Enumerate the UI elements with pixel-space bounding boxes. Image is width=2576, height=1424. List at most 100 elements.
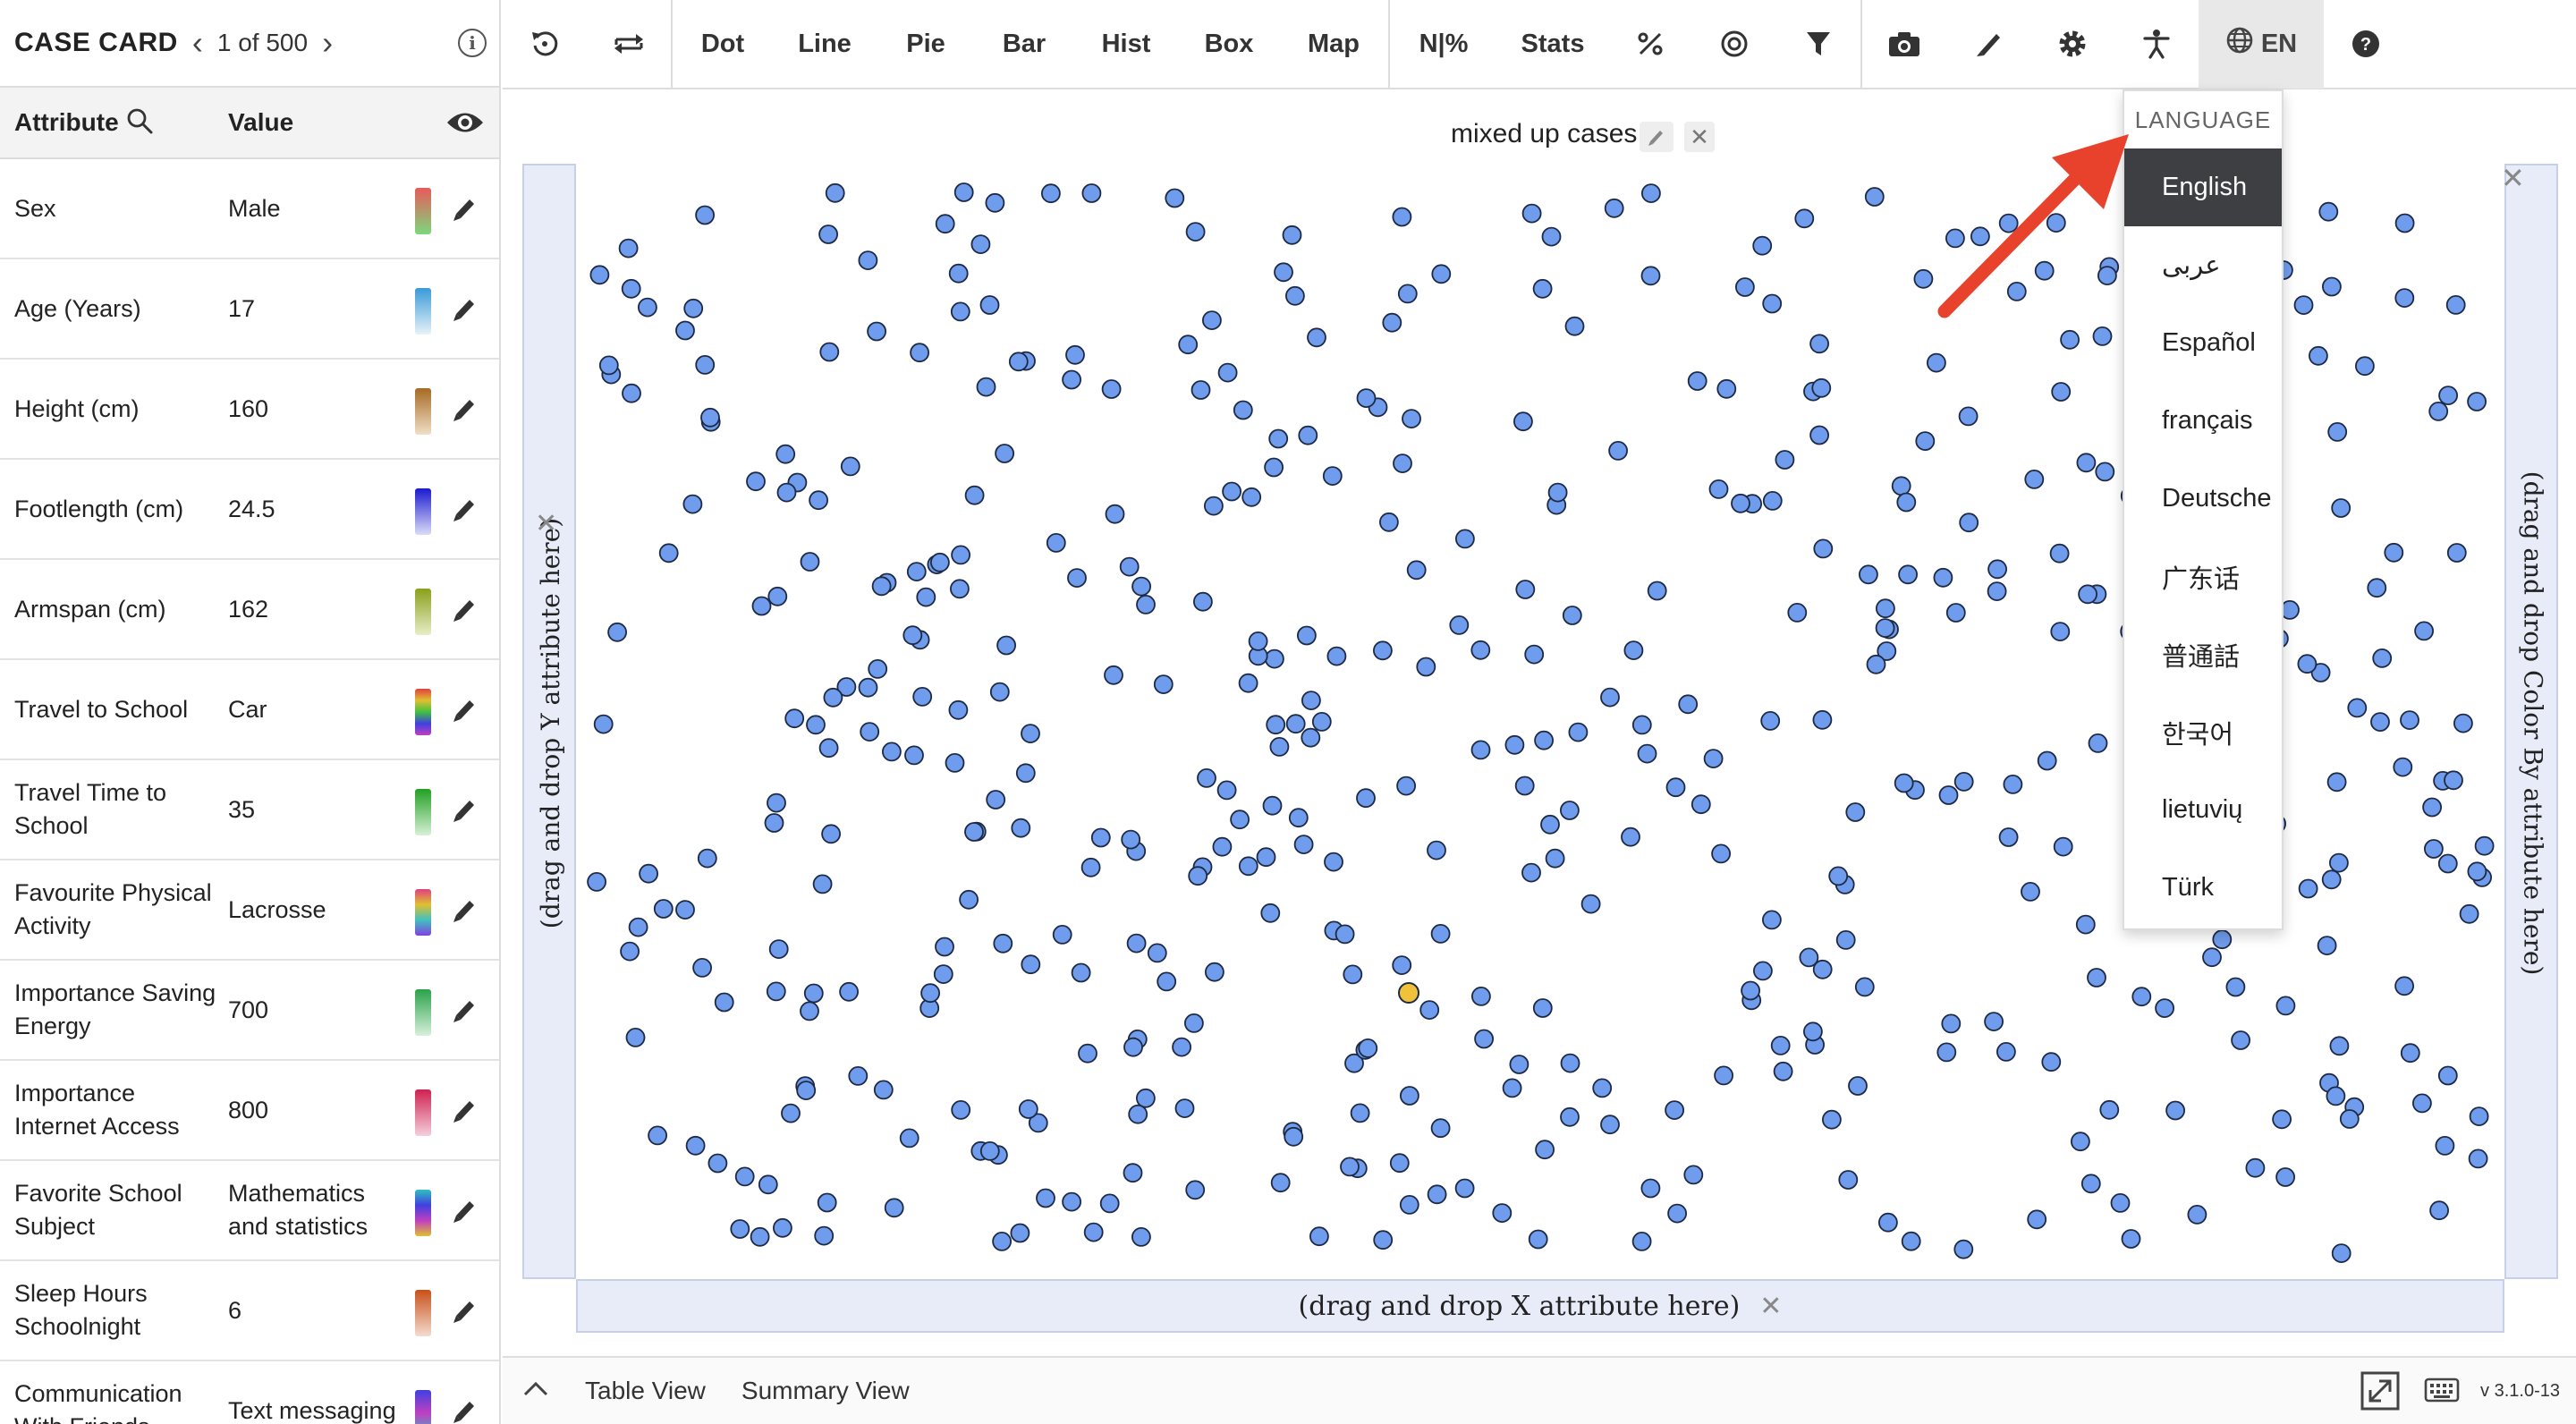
case-point[interactable] xyxy=(1311,712,1332,732)
pencil-icon[interactable] xyxy=(452,996,479,1028)
case-point[interactable] xyxy=(1256,847,1276,868)
case-point[interactable] xyxy=(970,234,991,254)
case-point[interactable] xyxy=(1532,998,1553,1018)
case-point[interactable] xyxy=(825,182,845,203)
case-point[interactable] xyxy=(1015,763,1036,784)
case-point[interactable] xyxy=(1147,943,1167,963)
pencil-icon[interactable] xyxy=(452,295,479,326)
case-point[interactable] xyxy=(1787,602,1808,623)
case-point[interactable] xyxy=(1794,208,1815,229)
search-icon[interactable] xyxy=(126,107,153,139)
case-point[interactable] xyxy=(1521,203,1542,224)
case-point[interactable] xyxy=(1641,183,1661,203)
case-point[interactable] xyxy=(814,1225,835,1246)
case-point[interactable] xyxy=(622,383,641,403)
target-icon[interactable] xyxy=(1692,0,1776,89)
case-point[interactable] xyxy=(1090,827,1111,848)
case-point[interactable] xyxy=(1891,476,1911,496)
case-point[interactable] xyxy=(2329,1036,2350,1056)
case-point[interactable] xyxy=(1131,1227,1151,1247)
case-point[interactable] xyxy=(1393,453,1412,474)
case-point[interactable] xyxy=(1265,648,1284,669)
case-point[interactable] xyxy=(1430,1118,1451,1139)
case-point[interactable] xyxy=(1105,504,1125,524)
selected-case-point[interactable] xyxy=(1398,982,1419,1004)
case-point[interactable] xyxy=(1716,378,1737,399)
case-point[interactable] xyxy=(809,490,829,511)
pencil-icon[interactable] xyxy=(452,1397,479,1424)
case-point[interactable] xyxy=(2445,294,2466,315)
case-point[interactable] xyxy=(1449,615,1470,635)
case-point[interactable] xyxy=(1238,856,1258,877)
case-point[interactable] xyxy=(1174,1098,1195,1118)
case-point[interactable] xyxy=(2297,654,2318,674)
case-point[interactable] xyxy=(1515,580,1536,599)
case-point[interactable] xyxy=(881,742,902,762)
case-point[interactable] xyxy=(1431,264,1452,284)
dot-plot-button[interactable]: Dot xyxy=(673,0,773,89)
case-point[interactable] xyxy=(700,407,720,428)
case-point[interactable] xyxy=(682,494,703,514)
case-point[interactable] xyxy=(1731,493,1750,513)
case-point[interactable] xyxy=(1945,603,1966,623)
case-point[interactable] xyxy=(1521,862,1541,883)
case-point[interactable] xyxy=(1803,1021,1823,1042)
attribute-name[interactable]: Importance Internet Access xyxy=(14,1077,220,1143)
case-point[interactable] xyxy=(587,872,607,892)
case-point[interactable] xyxy=(1958,406,1979,427)
case-point[interactable] xyxy=(1953,1239,1974,1259)
case-point[interactable] xyxy=(964,822,984,842)
case-point[interactable] xyxy=(2317,936,2337,955)
case-point[interactable] xyxy=(1260,903,1281,923)
case-point[interactable] xyxy=(1878,1212,1898,1233)
case-point[interactable] xyxy=(1356,388,1377,409)
attribute-name[interactable]: Footlength (cm) xyxy=(14,493,220,526)
count-percent-button[interactable]: N|% xyxy=(1390,0,1497,89)
case-point[interactable] xyxy=(1309,1226,1329,1247)
case-point[interactable] xyxy=(812,874,833,894)
case-point[interactable] xyxy=(1248,631,1268,651)
color-swatch[interactable] xyxy=(415,889,431,936)
case-point[interactable] xyxy=(1284,1126,1304,1147)
draw-icon[interactable] xyxy=(1946,0,2030,89)
case-point[interactable] xyxy=(904,745,924,766)
case-point[interactable] xyxy=(964,485,985,505)
color-swatch[interactable] xyxy=(415,1089,431,1136)
case-point[interactable] xyxy=(1266,715,1286,735)
case-point[interactable] xyxy=(929,552,950,572)
case-point[interactable] xyxy=(1690,794,1711,815)
case-point[interactable] xyxy=(1081,183,1102,203)
pencil-icon[interactable] xyxy=(452,796,479,827)
case-point[interactable] xyxy=(1397,284,1418,304)
case-point[interactable] xyxy=(1813,538,1834,559)
case-point[interactable] xyxy=(2422,797,2443,818)
case-point[interactable] xyxy=(933,964,953,984)
case-point[interactable] xyxy=(1560,1106,1580,1127)
case-point[interactable] xyxy=(1770,1036,1791,1055)
case-point[interactable] xyxy=(2446,543,2467,563)
case-point[interactable] xyxy=(2003,775,2023,794)
case-point[interactable] xyxy=(2459,903,2479,924)
case-point[interactable] xyxy=(1711,843,1731,864)
case-point[interactable] xyxy=(758,1174,778,1195)
case-point[interactable] xyxy=(1604,198,1624,218)
case-point[interactable] xyxy=(1845,802,1866,822)
case-point[interactable] xyxy=(858,677,878,698)
case-point[interactable] xyxy=(2275,1167,2295,1187)
case-point[interactable] xyxy=(625,1028,646,1047)
histogram-button[interactable]: Hist xyxy=(1073,0,1179,89)
case-point[interactable] xyxy=(1078,1043,1097,1064)
pencil-icon[interactable] xyxy=(1640,122,1674,152)
case-point[interactable] xyxy=(1564,316,1585,336)
case-point[interactable] xyxy=(653,899,674,919)
case-point[interactable] xyxy=(1640,266,1661,286)
case-point[interactable] xyxy=(1018,1099,1038,1119)
case-point[interactable] xyxy=(685,1135,706,1156)
case-point[interactable] xyxy=(1647,581,1667,601)
case-point[interactable] xyxy=(1216,780,1237,801)
attribute-name[interactable]: Travel to School xyxy=(14,693,220,726)
case-point[interactable] xyxy=(2400,1043,2420,1064)
case-point[interactable] xyxy=(1560,801,1580,820)
case-point[interactable] xyxy=(951,1100,971,1120)
case-point[interactable] xyxy=(1708,479,1729,499)
